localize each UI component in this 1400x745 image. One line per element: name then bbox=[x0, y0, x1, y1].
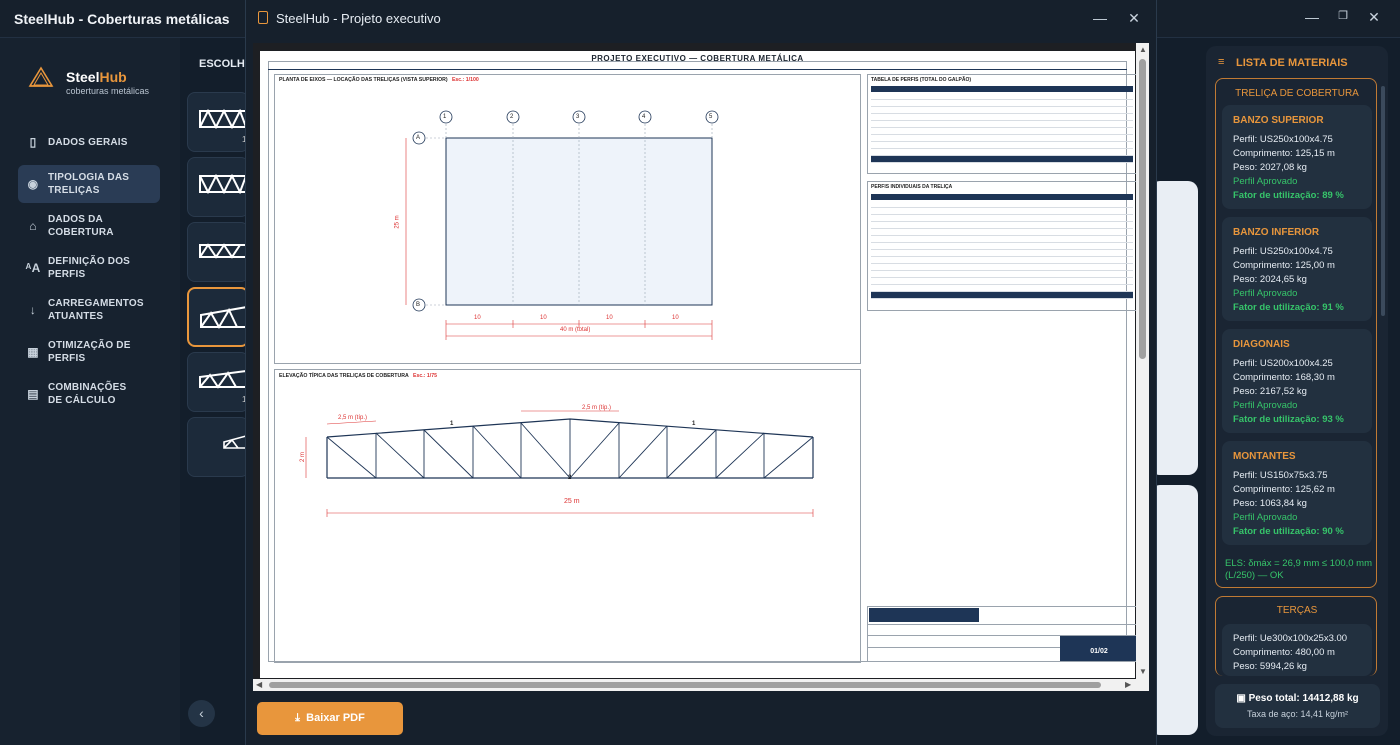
plan-drawing bbox=[405, 110, 719, 340]
app-title: SteelHub - Coberturas metálicas bbox=[14, 11, 230, 27]
scroll-left-icon[interactable]: ◀ bbox=[256, 680, 262, 689]
elev-span: 25 m bbox=[564, 498, 580, 505]
dialog-close-button[interactable]: ✕ bbox=[1124, 10, 1144, 27]
sidebar-item-otimizacao[interactable]: ▦ OTIMIZAÇÃO DE PERFIS bbox=[18, 333, 160, 371]
truss-thumbnail-icon bbox=[200, 305, 248, 329]
els-check: ELS: δmáx = 26,9 mm ≤ 100,0 mm (L/250) —… bbox=[1225, 558, 1372, 581]
dim-label: 10 bbox=[606, 315, 613, 321]
elev-dim-left: 2,5 m (típ.) bbox=[338, 415, 368, 421]
materials-scrollbar[interactable] bbox=[1381, 86, 1385, 316]
total-weight-summary: ▣ Peso total: 14412,88 kg Taxa de aço: 1… bbox=[1215, 684, 1380, 728]
text-size-icon: ᴬA bbox=[25, 261, 41, 275]
axis-label: 5 bbox=[709, 114, 713, 120]
axis-label: 3 bbox=[576, 114, 580, 120]
dim-label: 10 bbox=[474, 315, 481, 321]
download-icon: ⤓ bbox=[295, 712, 301, 724]
material-card: MONTANTES Perfil: US150x75x3.75 Comprime… bbox=[1222, 441, 1372, 545]
vertical-scroll-thumb[interactable] bbox=[1139, 59, 1146, 359]
vertical-scrollbar[interactable]: ▲ ▼ bbox=[1136, 43, 1149, 679]
axis-label: 2 bbox=[510, 114, 514, 120]
download-pdf-button[interactable]: ⤓ Baixar PDF bbox=[257, 702, 403, 735]
truss-thumbnail-icon bbox=[223, 434, 247, 449]
collapse-sidebar-button[interactable]: ‹ bbox=[188, 700, 215, 727]
close-button[interactable]: ✕ bbox=[1364, 9, 1384, 26]
profiles-table bbox=[871, 86, 1133, 163]
weight-icon: ▣ bbox=[1236, 693, 1246, 704]
minimize-button[interactable]: — bbox=[1302, 9, 1322, 25]
drawing-sheet: PROJETO EXECUTIVO — COBERTURA METÁLICA P… bbox=[260, 51, 1139, 678]
logo-subtitle: coberturas metálicas bbox=[66, 86, 150, 96]
scroll-up-icon[interactable]: ▲ bbox=[1139, 45, 1147, 54]
dim-vertical: 25 m bbox=[394, 215, 401, 229]
sidebar-item-definicao-perfis[interactable]: ᴬA DEFINIÇÃO DOS PERFIS bbox=[18, 249, 160, 287]
chart-icon: ▦ bbox=[27, 345, 39, 359]
steel-rate: Taxa de aço: 14,41 kg/m² bbox=[1246, 709, 1349, 719]
dim-total: 40 m (total) bbox=[560, 327, 591, 333]
elevation-drawing bbox=[305, 410, 814, 517]
document-icon: ▯ bbox=[29, 135, 37, 149]
eye-icon: ◉ bbox=[27, 177, 39, 191]
total-weight: ▣ Peso total: 14412,88 kg bbox=[1236, 693, 1359, 704]
material-card: BANZO SUPERIOR Perfil: US250x100x4.75 Co… bbox=[1222, 105, 1372, 209]
axis-label: A bbox=[416, 135, 421, 141]
truss-thumbnail-icon bbox=[199, 174, 247, 194]
truss-thumbnail-icon bbox=[199, 369, 247, 389]
horizontal-scrollbar[interactable]: ◀ ▶ bbox=[253, 679, 1149, 691]
truss-type-card[interactable] bbox=[187, 157, 249, 217]
list-icon: ≡ bbox=[1218, 56, 1225, 68]
truss-type-card[interactable]: 1 bbox=[187, 92, 249, 152]
truss-thumbnail-icon bbox=[199, 109, 247, 129]
logo-name: SteelHub bbox=[66, 69, 127, 85]
material-card: DIAGONAIS Perfil: US200x100x4.25 Comprim… bbox=[1222, 329, 1372, 433]
document-icon bbox=[258, 11, 268, 24]
elev-dim-top: 2,5 m (típ.) bbox=[582, 405, 612, 411]
sidebar-item-combinacoes[interactable]: ▤ COMBINAÇÕES DE CÁLCULO bbox=[18, 375, 160, 413]
group-title: TRELIÇA DE COBERTURA bbox=[1235, 88, 1359, 99]
sheet-title: PROJETO EXECUTIVO — COBERTURA METÁLICA bbox=[591, 54, 804, 63]
truss-type-card[interactable]: 1 bbox=[187, 352, 249, 412]
dialog-minimize-button[interactable]: — bbox=[1090, 10, 1110, 26]
elev-top-mark: 1 bbox=[692, 421, 696, 427]
elev-bottom-mark: 2 bbox=[568, 475, 572, 481]
sidebar-item-dados-cobertura[interactable]: ⌂ DADOS DA COBERTURA bbox=[18, 207, 160, 245]
truss-type-card-selected[interactable] bbox=[187, 287, 249, 347]
maximize-button[interactable]: ❐ bbox=[1333, 9, 1353, 22]
axis-label: 1 bbox=[443, 114, 447, 120]
background-panel bbox=[1150, 181, 1198, 475]
sidebar-item-dados-gerais[interactable]: ▯ DADOS GERAIS bbox=[18, 124, 160, 160]
truss-type-card[interactable] bbox=[187, 417, 249, 477]
steelhub-logo-icon bbox=[28, 66, 54, 87]
axis-label: 4 bbox=[642, 114, 646, 120]
sheet-number: 01/02 bbox=[1060, 636, 1138, 661]
download-arrow-icon: ↓ bbox=[29, 303, 37, 317]
axis-label: B bbox=[416, 302, 421, 308]
calculator-icon: ▤ bbox=[27, 387, 39, 401]
table1-title: TABELA DE PERFIS (TOTAL DO GALPÃO) bbox=[871, 77, 971, 83]
truss-type-card[interactable] bbox=[187, 222, 249, 282]
scroll-right-icon[interactable]: ▶ bbox=[1125, 680, 1131, 689]
logo: SteelHub coberturas metálicas bbox=[28, 66, 149, 97]
horizontal-scroll-thumb[interactable] bbox=[269, 682, 1101, 688]
sidebar-item-tipologia[interactable]: ◉ TIPOLOGIA DAS TRELIÇAS bbox=[18, 165, 160, 203]
dialog-title: SteelHub - Projeto executivo bbox=[276, 11, 441, 26]
background-panel bbox=[1150, 485, 1198, 735]
pdf-preview-dialog: SteelHub - Projeto executivo — ✕ PROJETO… bbox=[245, 0, 1157, 745]
elev-height: 2 m bbox=[300, 451, 307, 463]
tercas-title: TERÇAS bbox=[1276, 605, 1318, 616]
dim-label: 10 bbox=[672, 315, 679, 321]
material-card: BANZO INFERIOR Perfil: US250x100x4.75 Co… bbox=[1222, 217, 1372, 321]
material-card-tercas: Perfil: Ue300x100x25x3.00 Comprimento: 4… bbox=[1222, 624, 1372, 676]
pdf-viewer[interactable]: PROJETO EXECUTIVO — COBERTURA METÁLICA P… bbox=[253, 43, 1149, 691]
individual-profiles-table bbox=[871, 194, 1133, 299]
table2-title: PERFIS INDIVIDUAIS DA TRELIÇA bbox=[871, 184, 953, 190]
scroll-down-icon[interactable]: ▼ bbox=[1139, 667, 1147, 676]
sidebar-item-carregamentos[interactable]: ↓ CARREGAMENTOS ATUANTES bbox=[18, 291, 160, 329]
truss-thumbnail-icon bbox=[199, 243, 247, 259]
home-icon: ⌂ bbox=[29, 219, 37, 233]
dim-label: 10 bbox=[540, 315, 547, 321]
elev-top-mark: 1 bbox=[450, 421, 454, 427]
materials-header: LISTA DE MATERIAIS bbox=[1236, 57, 1348, 69]
